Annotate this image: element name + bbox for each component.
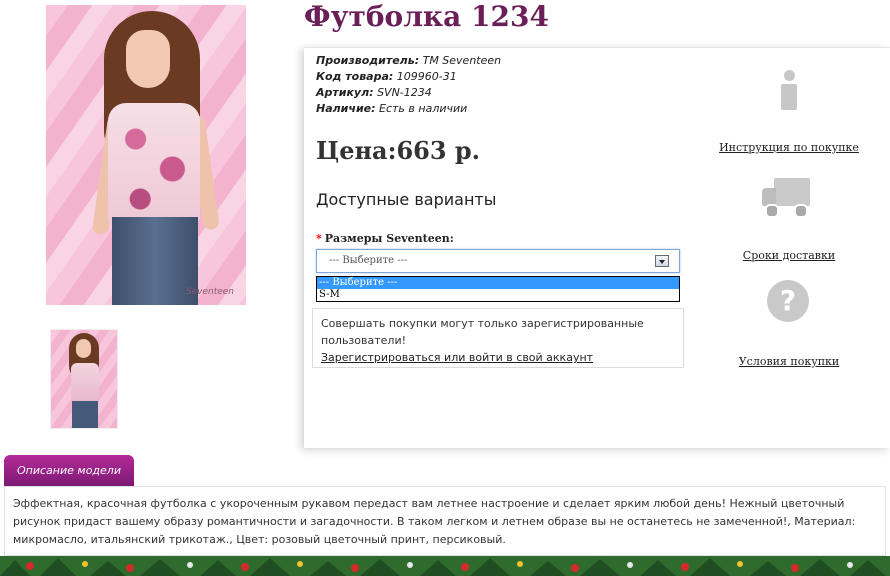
login-notice-text: Совершать покупки могут только зарегистр… [321,317,644,347]
question-icon: ? [767,280,809,322]
tab-description[interactable]: Описание модели [4,455,134,486]
delivery-link[interactable]: Сроки доставки [743,249,835,262]
variants-heading: Доступные варианты [316,190,497,209]
truck-icon [762,178,812,218]
floral-tshirt [108,103,200,223]
spec-value: Есть в наличии [379,102,468,115]
model-face [126,30,170,88]
info-icon [778,68,800,112]
spec-label: Код товара: [316,70,394,83]
spec-value: 109960-31 [396,70,457,83]
info-icon-dot [784,70,795,81]
spec-label: Артикул: [316,86,374,99]
sidebar-delivery[interactable]: Сроки доставки [714,178,864,263]
product-specs: Производитель: TM Seventeen Код товара: … [316,53,501,117]
size-select-label: * Размеры Seventeen: [316,232,454,245]
spec-label: Наличие: [316,102,376,115]
product-main-image[interactable]: Seventeen [46,5,246,305]
thumb-jeans [72,401,98,428]
size-select-value: --- Выберите --- [329,255,408,266]
spec-value: TM Seventeen [422,54,502,67]
register-login-link[interactable]: Зарегистрироваться или войти в свой акка… [321,351,593,364]
size-option[interactable]: S-M [317,289,679,301]
size-select[interactable]: --- Выберите --- [316,249,680,273]
description-box: Эффектная, красочная футболка с укорочен… [4,486,886,556]
product-thumbnail[interactable] [50,329,118,429]
sidebar-instruction[interactable]: Инструкция по покупке [714,68,864,155]
spec-manufacturer: Производитель: TM Seventeen [316,53,501,69]
product-price: Цена:663 р. [316,136,481,165]
chevron-down-icon[interactable] [655,255,669,267]
info-icon-bar [781,84,797,110]
spec-article: Артикул: SVN-1234 [316,85,501,101]
spec-availability: Наличие: Есть в наличии [316,101,501,117]
conditions-link[interactable]: Условия покупки [739,355,840,368]
garland-decoration [0,556,890,576]
thumb-shirt [71,363,99,403]
spec-value: SVN-1234 [377,86,432,99]
size-label-text: Размеры Seventeen: [324,232,454,245]
spec-product-code: Код товара: 109960-31 [316,69,501,85]
size-dropdown-list[interactable]: --- Выберите --- S-M [316,276,680,302]
photo-signature: Seventeen [185,287,234,297]
description-text: Эффектная, красочная футболка с укорочен… [13,497,856,546]
sidebar-conditions[interactable]: ? Условия покупки [714,280,864,369]
product-info-panel: Производитель: TM Seventeen Код товара: … [304,47,890,448]
required-marker: * [316,232,322,245]
size-option[interactable]: --- Выберите --- [317,277,679,289]
christmas-garland [0,556,890,576]
product-title: Футболка 1234 [304,0,549,33]
truck-box [774,178,810,206]
spec-label: Производитель: [316,54,420,67]
instruction-link[interactable]: Инструкция по покупке [719,141,859,154]
truck-wheel [765,204,779,218]
login-notice: Совершать покупки могут только зарегистр… [312,308,684,368]
truck-wheel [794,204,808,218]
thumb-face [76,339,91,358]
